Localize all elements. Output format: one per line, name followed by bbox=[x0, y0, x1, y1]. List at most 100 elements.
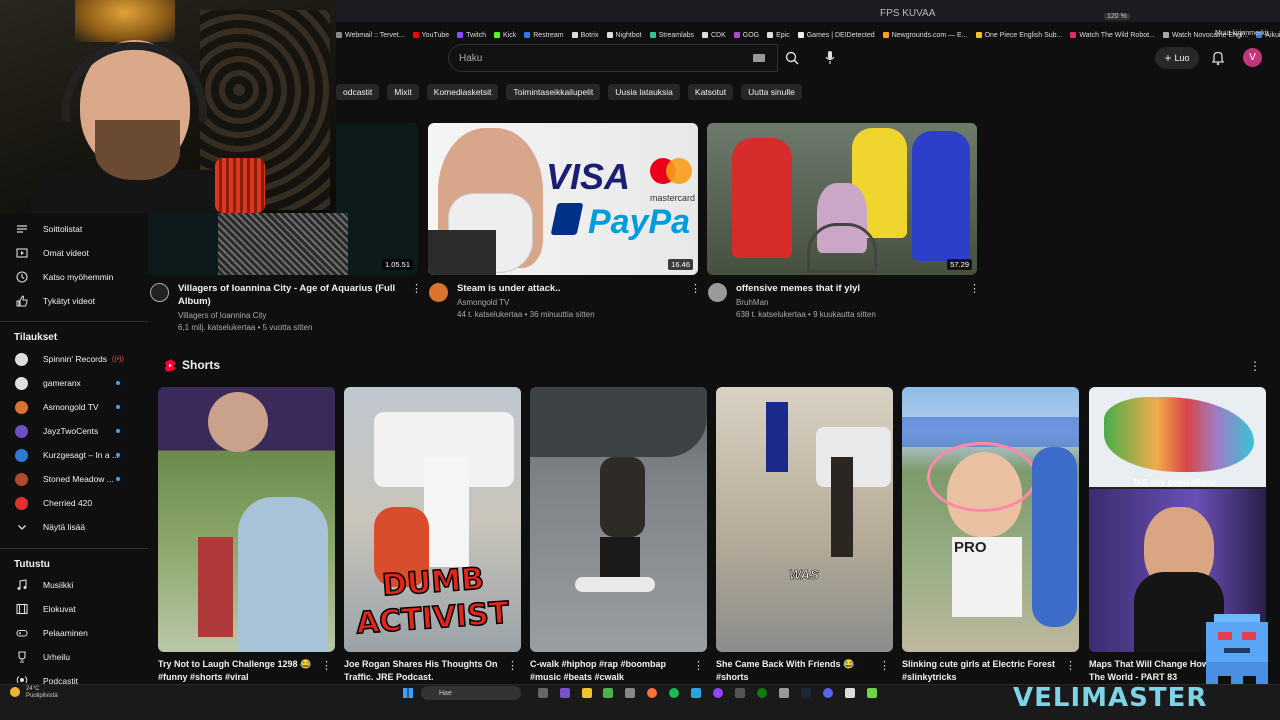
more-options-icon[interactable]: ⋮ bbox=[693, 659, 704, 672]
discord-icon[interactable] bbox=[823, 688, 833, 698]
sidebar-item-subscription[interactable]: Kurzgesagt – In a ... bbox=[0, 445, 148, 465]
short-card[interactable]: WAS She Came Back With Friends 😂 #shorts… bbox=[716, 387, 893, 682]
sidebar-item-library[interactable]: Omat videot bbox=[0, 243, 148, 263]
short-title[interactable]: Joe Rogan Shares His Thoughts On Traffic… bbox=[344, 658, 504, 684]
bookmark-item[interactable]: Nightbot bbox=[606, 32, 642, 39]
channel-name[interactable]: BruhMan bbox=[736, 298, 768, 307]
filter-chip[interactable]: Katsotut bbox=[687, 84, 734, 100]
bookmark-item[interactable]: YouTube bbox=[412, 32, 449, 39]
short-title[interactable]: She Came Back With Friends 😂 #shorts bbox=[716, 658, 876, 684]
more-options-icon[interactable]: ⋮ bbox=[879, 659, 890, 672]
filter-chip[interactable]: Toimintaseikkailupelit bbox=[506, 84, 601, 100]
video-card[interactable]: VISA mastercard PayPa 16.46 bbox=[428, 123, 698, 275]
filter-chip[interactable]: Komediasketsit bbox=[426, 84, 499, 100]
filter-chip[interactable]: Uusia latauksia bbox=[608, 84, 680, 100]
search-button[interactable] bbox=[778, 44, 806, 72]
sidebar-item-subscription[interactable]: gameranx bbox=[0, 373, 148, 393]
app-icon[interactable] bbox=[560, 688, 570, 698]
short-title[interactable]: C-walk #hiphop #rap #boombap #music #bea… bbox=[530, 658, 690, 684]
short-card[interactable]: C-walk #hiphop #rap #boombap #music #bea… bbox=[530, 387, 707, 682]
taskbar-search[interactable]: Hae bbox=[421, 686, 521, 700]
short-card[interactable]: PRO Slinking cute girls at Electric Fore… bbox=[902, 387, 1079, 682]
video-thumbnail[interactable]: VISA mastercard PayPa 16.46 bbox=[428, 123, 698, 275]
short-thumbnail[interactable]: DUMB ACTIVIST bbox=[344, 387, 521, 652]
more-options-icon[interactable]: ⋮ bbox=[1065, 659, 1076, 672]
channel-avatar[interactable] bbox=[429, 283, 448, 302]
bookmark-item[interactable]: Botrix bbox=[571, 32, 599, 39]
short-thumbnail[interactable]: PRO bbox=[902, 387, 1079, 652]
sidebar-item-subscription[interactable]: Stoned Meadow ... bbox=[0, 469, 148, 489]
zoom-level[interactable]: 120 % bbox=[1104, 13, 1130, 20]
sidebar-item-library[interactable]: Katso myöhemmin bbox=[0, 267, 148, 287]
filter-chip[interactable]: Mixit bbox=[387, 84, 419, 100]
other-bookmarks[interactable]: Muut kirjanmerkit bbox=[1215, 30, 1268, 37]
filter-chip[interactable]: Uutta sinulle bbox=[741, 84, 802, 100]
app-icon[interactable] bbox=[691, 688, 701, 698]
video-thumbnail[interactable]: 57.29 bbox=[707, 123, 977, 275]
filter-chip[interactable]: odcastit bbox=[336, 84, 380, 100]
sidebar-item-subscription[interactable]: Cherried 420 bbox=[0, 493, 148, 513]
bookmark-item[interactable]: Webmail :: Tervet... bbox=[336, 32, 405, 39]
more-options-icon[interactable]: ⋮ bbox=[411, 282, 422, 295]
app-icon[interactable] bbox=[801, 688, 811, 698]
sidebar-item-explore[interactable]: Musiikki bbox=[0, 575, 148, 595]
sidebar-item-subscription[interactable]: JayzTwoCents bbox=[0, 421, 148, 441]
task-view-icon[interactable] bbox=[538, 688, 548, 698]
bell-icon[interactable] bbox=[1210, 50, 1226, 66]
app-icon[interactable] bbox=[625, 688, 635, 698]
channel-avatar[interactable] bbox=[150, 283, 169, 302]
bookmark-item[interactable]: Newgrounds.com — E... bbox=[882, 32, 968, 39]
app-icon[interactable] bbox=[582, 688, 592, 698]
windows-start-icon[interactable] bbox=[403, 688, 413, 698]
shorts-more-icon[interactable]: ⋮ bbox=[1249, 359, 1261, 373]
bookmark-item[interactable]: One Piece English Sub... bbox=[975, 32, 1062, 39]
short-thumbnail[interactable] bbox=[530, 387, 707, 652]
bookmark-item[interactable]: Watch The Wild Robot... bbox=[1070, 32, 1155, 39]
app-icon[interactable] bbox=[713, 688, 723, 698]
video-title[interactable]: Villagers of Ioannina City - Age of Aqua… bbox=[178, 283, 403, 308]
short-thumbnail[interactable] bbox=[158, 387, 335, 652]
sidebar-item-library[interactable]: Tykätyt videot bbox=[0, 291, 148, 311]
more-options-icon[interactable]: ⋮ bbox=[321, 659, 332, 672]
short-thumbnail[interactable]: WAS bbox=[716, 387, 893, 652]
voice-search-button[interactable] bbox=[818, 44, 842, 72]
short-card[interactable]: DUMB ACTIVIST Joe Rogan Shares His Thoug… bbox=[344, 387, 521, 682]
more-options-icon[interactable]: ⋮ bbox=[690, 282, 701, 295]
bookmark-item[interactable]: GOG bbox=[733, 32, 759, 39]
keyboard-icon[interactable] bbox=[753, 54, 765, 62]
more-options-icon[interactable]: ⋮ bbox=[507, 659, 518, 672]
sidebar-item-explore[interactable]: Elokuvat bbox=[0, 599, 148, 619]
channel-name[interactable]: Villagers of Ioannina City bbox=[178, 311, 266, 320]
channel-name[interactable]: Asmongold TV bbox=[457, 298, 509, 307]
spotify-icon[interactable] bbox=[669, 688, 679, 698]
bookmark-item[interactable]: Streamlabs bbox=[649, 32, 694, 39]
bookmark-item[interactable]: Twitch bbox=[457, 32, 486, 39]
xbox-icon[interactable] bbox=[757, 688, 767, 698]
search-input[interactable]: Haku bbox=[448, 44, 778, 72]
app-icon[interactable] bbox=[735, 688, 745, 698]
bookmark-item[interactable]: Restream bbox=[524, 32, 564, 39]
bookmark-item[interactable]: Epic bbox=[767, 32, 790, 39]
short-title[interactable]: Slinking cute girls at Electric Forest #… bbox=[902, 658, 1062, 684]
video-title[interactable]: offensive memes that if ylyl bbox=[736, 283, 961, 296]
short-card[interactable]: Try Not to Laugh Challenge 1298 😂 #funny… bbox=[158, 387, 335, 682]
sidebar-item-explore[interactable]: Pelaaminen bbox=[0, 623, 148, 643]
sidebar-item-subscription[interactable]: Asmongold TV bbox=[0, 397, 148, 417]
firefox-icon[interactable] bbox=[647, 688, 657, 698]
video-card[interactable]: 57.29 bbox=[707, 123, 977, 275]
bookmark-item[interactable]: Kick bbox=[494, 32, 516, 39]
bookmark-item[interactable]: Games | DEIDetected bbox=[797, 32, 875, 39]
short-title[interactable]: Try Not to Laugh Challenge 1298 😂 #funny… bbox=[158, 658, 318, 684]
channel-avatar[interactable] bbox=[708, 283, 727, 302]
app-icon[interactable] bbox=[779, 688, 789, 698]
app-icon[interactable] bbox=[845, 688, 855, 698]
account-avatar[interactable]: V bbox=[1243, 48, 1262, 67]
video-title[interactable]: Steam is under attack.. bbox=[457, 283, 682, 296]
bookmark-item[interactable]: CDK bbox=[701, 32, 726, 39]
app-icon[interactable] bbox=[603, 688, 613, 698]
app-icon[interactable] bbox=[867, 688, 877, 698]
sidebar-item-explore[interactable]: Urheilu bbox=[0, 647, 148, 667]
subscriptions-heading[interactable]: Tilaukset bbox=[14, 332, 57, 343]
sidebar-item-subscription[interactable]: ((•)) Spinnin' Records bbox=[0, 349, 148, 369]
more-options-icon[interactable]: ⋮ bbox=[969, 282, 980, 295]
